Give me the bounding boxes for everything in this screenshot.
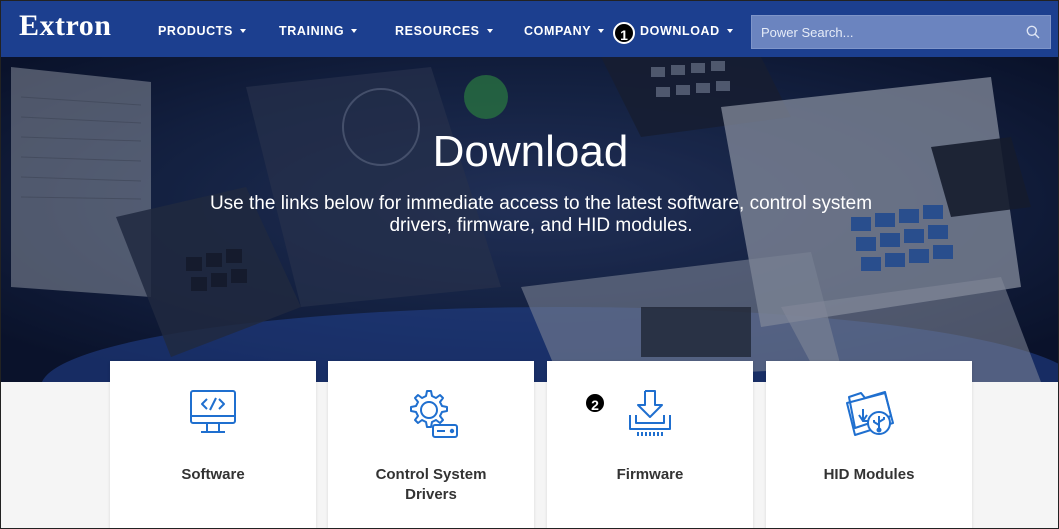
folder-usb-icon	[846, 391, 894, 436]
search-icon[interactable]	[1026, 25, 1040, 39]
chevron-down-icon	[239, 28, 246, 33]
nav-training[interactable]: TRAINING	[279, 24, 358, 38]
gear-drive-icon	[410, 390, 458, 438]
extron-logo[interactable]: Extron	[19, 9, 111, 43]
top-nav: Extron PRODUCTS TRAINING RESOURCES COMPA…	[1, 1, 1058, 57]
nav-products[interactable]: PRODUCTS	[158, 24, 246, 38]
chevron-down-icon	[486, 28, 493, 33]
card-firmware[interactable]: Firmware	[547, 361, 753, 528]
card-control-system-drivers[interactable]: Control System Drivers	[328, 361, 534, 528]
hero-banner: Download Use the links below for immedia…	[1, 57, 1058, 382]
search-box	[751, 15, 1051, 49]
nav-download[interactable]: DOWNLOAD	[640, 24, 733, 38]
card-software-label: Software	[181, 466, 245, 483]
nav-company[interactable]: COMPANY	[524, 24, 605, 38]
search-input[interactable]	[752, 16, 1012, 48]
nav-products-label: PRODUCTS	[158, 24, 233, 38]
nav-resources-label: RESOURCES	[395, 24, 480, 38]
chevron-down-icon	[351, 28, 358, 33]
card-hid-modules[interactable]: HID Modules	[766, 361, 972, 528]
nav-training-label: TRAINING	[279, 24, 345, 38]
page-title: Download	[432, 127, 629, 176]
chevron-down-icon	[726, 28, 733, 33]
callout-1: 1	[613, 22, 635, 44]
card-firmware-label: Firmware	[616, 466, 684, 483]
nav-company-label: COMPANY	[524, 24, 592, 38]
card-software[interactable]: Software	[110, 361, 316, 528]
nav-resources[interactable]: RESOURCES	[395, 24, 493, 38]
page: Extron PRODUCTS TRAINING RESOURCES COMPA…	[0, 0, 1059, 529]
monitor-code-icon	[190, 390, 236, 433]
callout-2: 2	[584, 392, 606, 414]
card-drivers-label: Control System Drivers	[375, 466, 487, 503]
nav-download-label: DOWNLOAD	[640, 24, 720, 38]
chevron-down-icon	[598, 28, 605, 33]
card-hid-label: HID Modules	[823, 466, 915, 483]
hero-subtitle: Use the links below for immediate access…	[209, 193, 873, 236]
download-chip-icon	[629, 390, 671, 436]
